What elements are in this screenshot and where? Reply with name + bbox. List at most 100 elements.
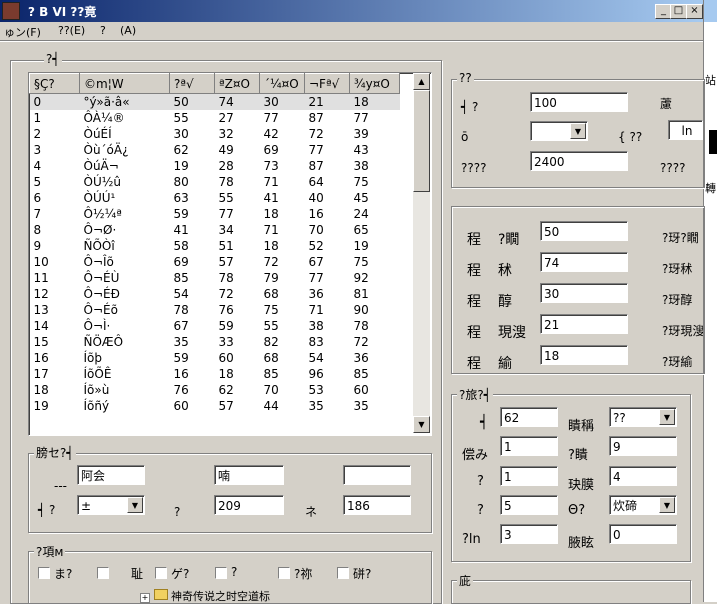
table-row[interactable]: 5 ÒÚ½û 80 78 71 64 75 xyxy=(30,174,400,190)
misc-left-field[interactable]: 1 xyxy=(500,436,558,456)
scroll-up-icon[interactable]: ▲ xyxy=(413,73,430,90)
table-cell: 77 xyxy=(308,271,324,285)
table-row[interactable]: 11 Ô¬ÉÙ 85 78 79 77 92 xyxy=(30,270,400,286)
table-cell: 35 xyxy=(353,399,369,413)
row2-label: ┥ ? xyxy=(38,503,56,517)
table-row[interactable]: 17 ÍõÕÊ 16 18 85 96 85 xyxy=(30,366,400,382)
menu-about[interactable]: (A) xyxy=(120,24,136,37)
settings-row1-field[interactable]: 100 xyxy=(530,92,628,112)
scroll-thumb[interactable] xyxy=(413,90,430,192)
menu-view[interactable]: ? xyxy=(100,24,106,37)
stat-field[interactable]: 21 xyxy=(540,314,628,334)
table-row[interactable]: 2 ÒúÉÍ 30 32 42 72 39 xyxy=(30,126,400,142)
table-cell: 11 xyxy=(33,271,49,285)
misc-left-field[interactable]: 5 xyxy=(500,495,558,515)
basic-info-legend: 膀セ?┥ xyxy=(34,444,76,461)
table-row[interactable]: 0 °ý»ã·â« 50 74 30 21 18 xyxy=(29,93,400,110)
table-row[interactable]: 9 ÑÕÒî 58 51 18 52 19 xyxy=(30,238,400,254)
maximize-button[interactable]: □ xyxy=(670,4,687,19)
misc-left-field[interactable]: 1 xyxy=(500,466,558,486)
scroll-down-icon[interactable]: ▼ xyxy=(413,416,430,433)
table-row[interactable]: 3 Òù´óÄ¿ 62 49 69 77 43 xyxy=(30,142,400,158)
chevron-down-icon[interactable]: ▼ xyxy=(659,497,675,513)
stat-field[interactable]: 30 xyxy=(540,283,628,303)
misc-left-field[interactable]: 62 xyxy=(500,407,558,427)
settings-row3-field[interactable]: 2400 xyxy=(530,151,628,171)
window-title: ? B VI ??竟 xyxy=(28,5,97,19)
column-header[interactable]: ´¼¤O xyxy=(259,73,305,94)
type-dropdown-value: ± xyxy=(81,499,92,513)
flag-checkbox[interactable] xyxy=(97,567,109,579)
number-field[interactable]: 209 xyxy=(214,495,284,515)
background-window: 站 轉 xyxy=(703,0,717,602)
table-cell: 79 xyxy=(263,271,279,285)
menu-edit[interactable]: ??(E) xyxy=(58,24,85,37)
column-header[interactable]: §Ç? xyxy=(29,73,80,94)
table-cell: 24 xyxy=(353,207,369,221)
chevron-down-icon[interactable]: ▼ xyxy=(127,497,143,513)
table-cell: 2 xyxy=(33,127,42,141)
chevron-down-icon[interactable]: ▼ xyxy=(570,123,586,139)
misc-right-dropdown[interactable]: 炊碲 ▼ xyxy=(609,495,677,515)
table-row[interactable]: 12 Ô¬ÉÐ 54 72 68 36 81 xyxy=(30,286,400,302)
column-header[interactable]: ¬Fª√ xyxy=(304,73,350,94)
table-row[interactable]: 4 ÒúÄ¬ 19 28 73 87 38 xyxy=(30,158,400,174)
table-row[interactable]: 8 Ô¬Ø· 41 34 71 70 65 xyxy=(30,222,400,238)
close-button[interactable]: × xyxy=(686,4,703,19)
table-row[interactable]: 16 Íõþ 59 60 68 54 36 xyxy=(30,350,400,366)
flag-checkbox[interactable] xyxy=(337,567,349,579)
mid-field[interactable]: 喃 xyxy=(214,465,284,485)
list-scrollbar[interactable]: ▲ ▼ xyxy=(413,73,430,433)
column-header[interactable]: ¾y¤O xyxy=(349,73,400,94)
table-row[interactable]: 19 Íõñý 60 57 44 35 35 xyxy=(30,398,400,414)
table-row[interactable]: 18 Íõ»ù 76 62 70 53 60 xyxy=(30,382,400,398)
stat-right-label: ?玡現溲 xyxy=(662,324,703,338)
right-field[interactable] xyxy=(343,465,411,485)
misc-right-dropdown[interactable]: ?? ▼ xyxy=(609,407,677,427)
table-cell: 10 xyxy=(33,255,49,269)
table-row[interactable]: 6 ÒÚÚ¹ 63 55 41 40 45 xyxy=(30,190,400,206)
settings-row2-box[interactable]: ln xyxy=(668,120,703,140)
flags-group xyxy=(28,551,432,604)
misc-left-field[interactable]: 3 xyxy=(500,524,558,544)
settings-row1-label: ┥ ? xyxy=(461,100,479,114)
stat-field[interactable]: 74 xyxy=(540,252,628,272)
table-row[interactable]: 7 Ô½¼ª 59 77 18 16 24 xyxy=(30,206,400,222)
row1-dashes: --- xyxy=(54,479,67,493)
character-list[interactable]: §Ç? ©m¦W ?ª√ ªZ¤O ´¼¤O ¬Fª√ ¾y¤O 0 °ý»ã·â« 50 74 3… xyxy=(28,72,432,436)
table-cell: 9 xyxy=(33,239,42,253)
number2-field[interactable]: 186 xyxy=(343,495,411,515)
column-header[interactable]: ©m¦W xyxy=(79,73,170,94)
table-cell: 76 xyxy=(218,303,234,317)
table-cell: 90 xyxy=(353,303,369,317)
app-icon[interactable] xyxy=(2,2,20,20)
misc-right-field[interactable]: 0 xyxy=(609,524,677,544)
table-row[interactable]: 14 Ô¬Ì· 67 59 55 38 78 xyxy=(30,318,400,334)
table-cell: 63 xyxy=(173,191,189,205)
name-field[interactable]: 阿会 xyxy=(77,465,145,485)
table-cell: 75 xyxy=(353,175,369,189)
misc-right-field[interactable]: 9 xyxy=(609,436,677,456)
type-dropdown[interactable]: ± ▼ xyxy=(77,495,145,515)
table-row[interactable]: 1 ÔÀ¼® 55 27 77 87 77 xyxy=(30,110,400,126)
table-cell: 60 xyxy=(353,383,369,397)
menu-file[interactable]: ゅン(F) xyxy=(4,24,41,40)
title-bar[interactable]: ? B VI ??竟 _ □ × xyxy=(0,0,703,22)
flag-checkbox[interactable] xyxy=(278,567,290,579)
table-row[interactable]: 15 ÑÖÆÔ 35 33 82 83 72 xyxy=(30,334,400,350)
table-row[interactable]: 10 Ô¬Îõ 69 57 72 67 75 xyxy=(30,254,400,270)
flag-label: ?祢 xyxy=(294,567,313,581)
table-cell: 18 xyxy=(349,93,400,110)
flag-checkbox[interactable] xyxy=(38,567,50,579)
stat-field[interactable]: 50 xyxy=(540,221,628,241)
table-row[interactable]: 13 Ô¬Éõ 78 76 75 71 90 xyxy=(30,302,400,318)
flag-checkbox[interactable] xyxy=(155,567,167,579)
flag-checkbox[interactable] xyxy=(215,567,227,579)
table-cell: Ô½¼ª xyxy=(83,207,122,221)
column-header[interactable]: ?ª√ xyxy=(169,73,215,94)
column-header[interactable]: ªZ¤O xyxy=(214,73,260,94)
stat-field[interactable]: 18 xyxy=(540,345,628,365)
settings-row2-dropdown[interactable]: ▼ xyxy=(530,121,588,141)
chevron-down-icon[interactable]: ▼ xyxy=(659,409,675,425)
misc-right-field[interactable]: 4 xyxy=(609,466,677,486)
